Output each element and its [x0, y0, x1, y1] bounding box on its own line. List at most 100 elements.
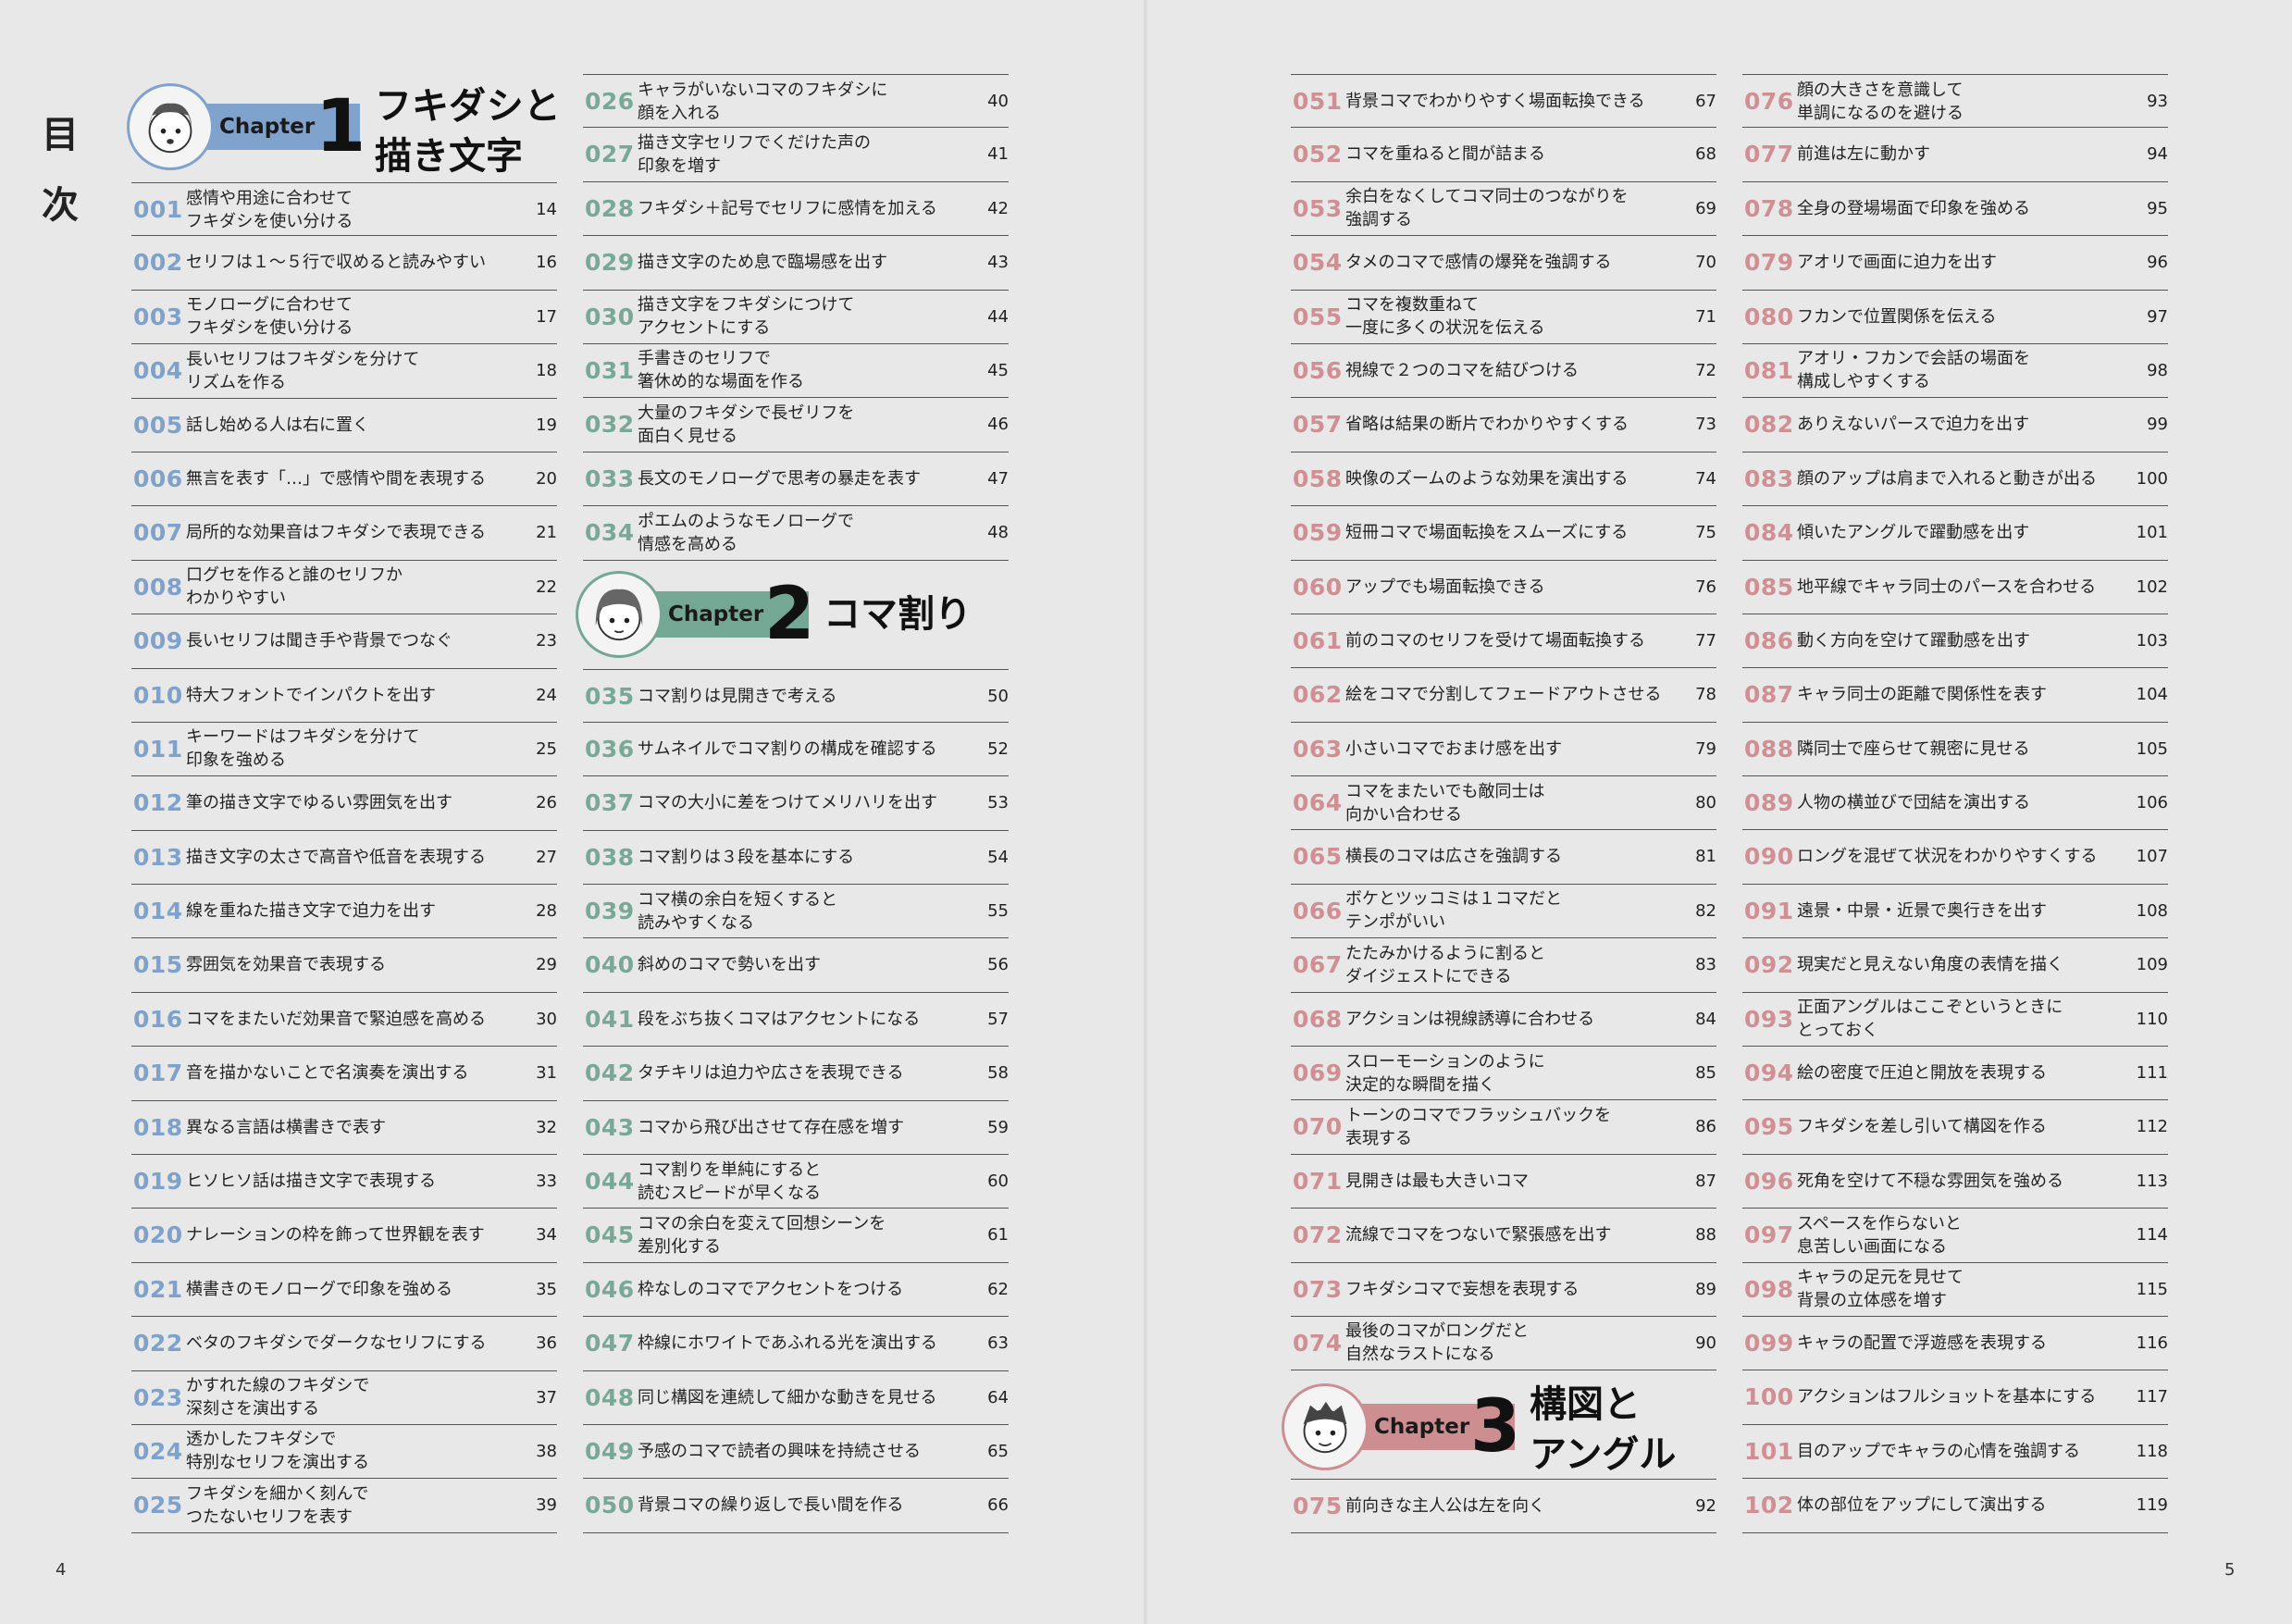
toc-entry[interactable]: 051 背景コマでわかりやすく場面転換できる 67 — [1291, 74, 1716, 129]
toc-entry[interactable]: 072 流線でコマをつないで緊張感を出す 88 — [1291, 1209, 1716, 1263]
toc-entry[interactable]: 062 絵をコマで分割してフェードアウトさせる 78 — [1291, 668, 1716, 723]
toc-entry[interactable]: 101 目のアップでキャラの心情を強調する 118 — [1742, 1425, 2168, 1480]
toc-entry[interactable]: 024 透かしたフキダシで 特別なセリフを演出する 38 — [131, 1425, 557, 1480]
toc-entry[interactable]: 004 長いセリフはフキダシを分けて リズムを作る 18 — [131, 344, 557, 399]
toc-entry[interactable]: 087 キャラ同士の距離で関係性を表す 104 — [1742, 668, 2168, 723]
toc-entry[interactable]: 002 セリフは１～５行で収めると読みやすい 16 — [131, 236, 557, 291]
toc-entry[interactable]: 071 見開きは最も大きいコマ 87 — [1291, 1155, 1716, 1209]
toc-entry[interactable]: 096 死角を空けて不穏な雰囲気を強める 113 — [1742, 1155, 2168, 1209]
toc-entry[interactable]: 097 スペースを作らないと 息苦しい画面になる 114 — [1742, 1209, 2168, 1263]
toc-entry[interactable]: 019 ヒソヒソ話は描き文字で表現する 33 — [131, 1155, 557, 1209]
toc-entry[interactable]: 069 スローモーションのように 決定的な瞬間を描く 85 — [1291, 1047, 1716, 1101]
toc-entry[interactable]: 021 横書きのモノローグで印象を強める 35 — [131, 1263, 557, 1318]
toc-entry[interactable]: 036 サムネイルでコマ割りの構成を確認する 52 — [583, 723, 1009, 777]
toc-entry[interactable]: 054 タメのコマで感情の爆発を強調する 70 — [1291, 236, 1716, 291]
toc-entry[interactable]: 029 描き文字のため息で臨場感を出す 43 — [583, 236, 1009, 291]
toc-entry[interactable]: 009 長いセリフは聞き手や背景でつなぐ 23 — [131, 614, 557, 669]
toc-entry[interactable]: 077 前進は左に動かす 94 — [1742, 128, 2168, 182]
toc-entry[interactable]: 092 現実だと見えない角度の表情を描く 109 — [1742, 938, 2168, 993]
toc-entry[interactable]: 095 フキダシを差し引いて構図を作る 112 — [1742, 1100, 2168, 1155]
toc-entry[interactable]: 014 線を重ねた描き文字で迫力を出す 28 — [131, 885, 557, 939]
toc-entry[interactable]: 061 前のコマのセリフを受けて場面転換する 77 — [1291, 614, 1716, 669]
toc-entry[interactable]: 060 アップでも場面転換できる 76 — [1291, 561, 1716, 614]
toc-entry[interactable]: 039 コマ横の余白を短くすると 読みやすくなる 55 — [583, 885, 1009, 939]
toc-entry[interactable]: 067 たたみかけるように割ると ダイジェストにできる 83 — [1291, 938, 1716, 993]
toc-entry[interactable]: 081 アオリ・フカンで会話の場面を 構成しやすくする 98 — [1742, 344, 2168, 399]
toc-entry[interactable]: 091 遠景・中景・近景で奥行きを出す 108 — [1742, 885, 2168, 939]
toc-entry[interactable]: 094 絵の密度で圧迫と開放を表現する 111 — [1742, 1047, 2168, 1101]
toc-entry[interactable]: 005 話し始める人は右に置く 19 — [131, 399, 557, 452]
toc-entry[interactable]: 020 ナレーションの枠を飾って世界観を表す 34 — [131, 1209, 557, 1263]
toc-entry[interactable]: 080 フカンで位置関係を伝える 97 — [1742, 291, 2168, 344]
toc-entry[interactable]: 027 描き文字セリフでくだけた声の 印象を増す 41 — [583, 128, 1009, 182]
toc-entry[interactable]: 068 アクションは視線誘導に合わせる 84 — [1291, 993, 1716, 1048]
toc-entry[interactable]: 033 長文のモノローグで思考の暴走を表す 47 — [583, 452, 1009, 507]
toc-entry[interactable]: 063 小さいコマでおまけ感を出す 79 — [1291, 723, 1716, 777]
toc-entry[interactable]: 022 ベタのフキダシでダークなセリフにする 36 — [131, 1317, 557, 1371]
toc-entry[interactable]: 056 視線で２つのコマを結びつける 72 — [1291, 344, 1716, 399]
toc-entry[interactable]: 050 背景コマの繰り返しで長い間を作る 66 — [583, 1479, 1009, 1533]
toc-entry[interactable]: 041 段をぶち抜くコマはアクセントになる 57 — [583, 993, 1009, 1048]
toc-entry[interactable]: 078 全身の登場場面で印象を強める 95 — [1742, 182, 2168, 237]
toc-entry[interactable]: 076 顔の大きさを意識して 単調になるのを避ける 93 — [1742, 74, 2168, 129]
toc-entry[interactable]: 012 筆の描き文字でゆるい雰囲気を出す 26 — [131, 776, 557, 831]
toc-entry[interactable]: 003 モノローグに合わせて フキダシを使い分ける 17 — [131, 291, 557, 345]
toc-entry[interactable]: 035 コマ割りは見開きで考える 50 — [583, 668, 1009, 723]
toc-entry[interactable]: 047 枠線にホワイトであふれる光を演出する 63 — [583, 1317, 1009, 1371]
toc-entry[interactable]: 086 動く方向を空けて躍動感を出す 103 — [1742, 614, 2168, 669]
toc-entry[interactable]: 073 フキダシコマで妄想を表現する 89 — [1291, 1263, 1716, 1317]
toc-entry[interactable]: 053 余白をなくしてコマ同士のつながりを 強調する 69 — [1291, 182, 1716, 237]
toc-entry[interactable]: 040 斜めのコマで勢いを出す 56 — [583, 938, 1009, 993]
toc-entry[interactable]: 066 ボケとツッコミは１コマだと テンポがいい 82 — [1291, 885, 1716, 939]
toc-entry[interactable]: 058 映像のズームのような効果を演出する 74 — [1291, 452, 1716, 507]
toc-entry[interactable]: 085 地平線でキャラ同士のパースを合わせる 102 — [1742, 561, 2168, 614]
toc-entry[interactable]: 038 コマ割りは３段を基本にする 54 — [583, 831, 1009, 886]
toc-entry[interactable]: 015 雰囲気を効果音で表現する 29 — [131, 938, 557, 993]
toc-entry[interactable]: 045 コマの余白を変えて回想シーンを 差別化する 61 — [583, 1209, 1009, 1263]
toc-entry[interactable]: 023 かすれた線のフキダシで 深刻さを演出する 37 — [131, 1371, 557, 1425]
toc-entry[interactable]: 011 キーワードはフキダシを分けて 印象を強める 25 — [131, 723, 557, 777]
toc-entry[interactable]: 031 手書きのセリフで 箸休め的な場面を作る 45 — [583, 344, 1009, 399]
toc-entry[interactable]: 074 最後のコマがロングだと 自然なラストになる 90 — [1291, 1317, 1716, 1371]
toc-entry[interactable]: 001 感情や用途に合わせて フキダシを使い分ける 14 — [131, 182, 557, 237]
toc-entry[interactable]: 016 コマをまたいだ効果音で緊迫感を高める 30 — [131, 993, 557, 1048]
toc-entry[interactable]: 102 体の部位をアップにして演出する 119 — [1742, 1479, 2168, 1533]
toc-entry[interactable]: 034 ポエムのようなモノローグで 情感を高める 48 — [583, 506, 1009, 561]
toc-entry[interactable]: 025 フキダシを細かく刻んで つたないセリフを表す 39 — [131, 1479, 557, 1533]
toc-entry[interactable]: 089 人物の横並びで団結を演出する 106 — [1742, 776, 2168, 831]
toc-entry[interactable]: 079 アオリで画面に迫力を出す 96 — [1742, 236, 2168, 291]
toc-entry[interactable]: 065 横長のコマは広さを強調する 81 — [1291, 830, 1716, 885]
toc-entry[interactable]: 018 異なる言語は横書きで表す 32 — [131, 1101, 557, 1156]
toc-entry[interactable]: 007 局所的な効果音はフキダシで表現できる 21 — [131, 506, 557, 561]
toc-entry[interactable]: 100 アクションはフルショットを基本にする 117 — [1742, 1370, 2168, 1425]
toc-entry[interactable]: 048 同じ構図を連続して細かな動きを見せる 64 — [583, 1371, 1009, 1425]
toc-entry[interactable]: 090 ロングを混ぜて状況をわかりやすくする 107 — [1742, 830, 2168, 885]
toc-entry[interactable]: 084 傾いたアングルで躍動感を出す 101 — [1742, 506, 2168, 561]
toc-entry[interactable]: 049 予感のコマで読者の興味を持続させる 65 — [583, 1425, 1009, 1480]
toc-entry[interactable]: 099 キャラの配置で浮遊感を表現する 116 — [1742, 1317, 2168, 1371]
toc-entry[interactable]: 059 短冊コマで場面転換をスムーズにする 75 — [1291, 506, 1716, 561]
toc-entry[interactable]: 082 ありえないパースで迫力を出す 99 — [1742, 398, 2168, 452]
toc-entry[interactable]: 006 無言を表す「…」で感情や間を表現する 20 — [131, 452, 557, 507]
toc-entry[interactable]: 046 枠なしのコマでアクセントをつける 62 — [583, 1263, 1009, 1318]
toc-entry[interactable]: 075 前向きな主人公は左を向く 92 — [1291, 1479, 1716, 1533]
toc-entry[interactable]: 055 コマを複数重ねて 一度に多くの状況を伝える 71 — [1291, 291, 1716, 344]
toc-entry[interactable]: 057 省略は結果の断片でわかりやすくする 73 — [1291, 398, 1716, 452]
toc-entry[interactable]: 032 大量のフキダシで長ゼリフを 面白く見せる 46 — [583, 398, 1009, 452]
toc-entry[interactable]: 088 隣同士で座らせて親密に見せる 105 — [1742, 723, 2168, 777]
toc-entry[interactable]: 043 コマから飛び出させて存在感を増す 59 — [583, 1101, 1009, 1156]
toc-entry[interactable]: 064 コマをまたいでも敵同士は 向かい合わせる 80 — [1291, 776, 1716, 831]
toc-entry[interactable]: 098 キャラの足元を見せて 背景の立体感を増す 115 — [1742, 1263, 2168, 1317]
toc-entry[interactable]: 042 タチキリは迫力や広さを表現できる 58 — [583, 1047, 1009, 1101]
toc-entry[interactable]: 030 描き文字をフキダシにつけて アクセントにする 44 — [583, 291, 1009, 344]
toc-entry[interactable]: 026 キャラがいないコマのフキダシに 顔を入れる 40 — [583, 74, 1009, 129]
toc-entry[interactable]: 083 顔のアップは肩まで入れると動きが出る 100 — [1742, 452, 2168, 507]
toc-entry[interactable]: 010 特大フォントでインパクトを出す 24 — [131, 669, 557, 723]
toc-entry[interactable]: 070 トーンのコマでフラッシュバックを 表現する 86 — [1291, 1100, 1716, 1155]
toc-entry[interactable]: 093 正面アングルはここぞというときに とっておく 110 — [1742, 993, 2168, 1048]
toc-entry[interactable]: 017 音を描かないことで名演奏を演出する 31 — [131, 1047, 557, 1101]
toc-entry[interactable]: 044 コマ割りを単純にすると 読むスピードが早くなる 60 — [583, 1155, 1009, 1209]
toc-entry[interactable]: 013 描き文字の太さで高音や低音を表現する 27 — [131, 831, 557, 886]
toc-entry[interactable]: 052 コマを重ねると間が詰まる 68 — [1291, 128, 1716, 182]
toc-entry[interactable]: 028 フキダシ＋記号でセリフに感情を加える 42 — [583, 182, 1009, 237]
